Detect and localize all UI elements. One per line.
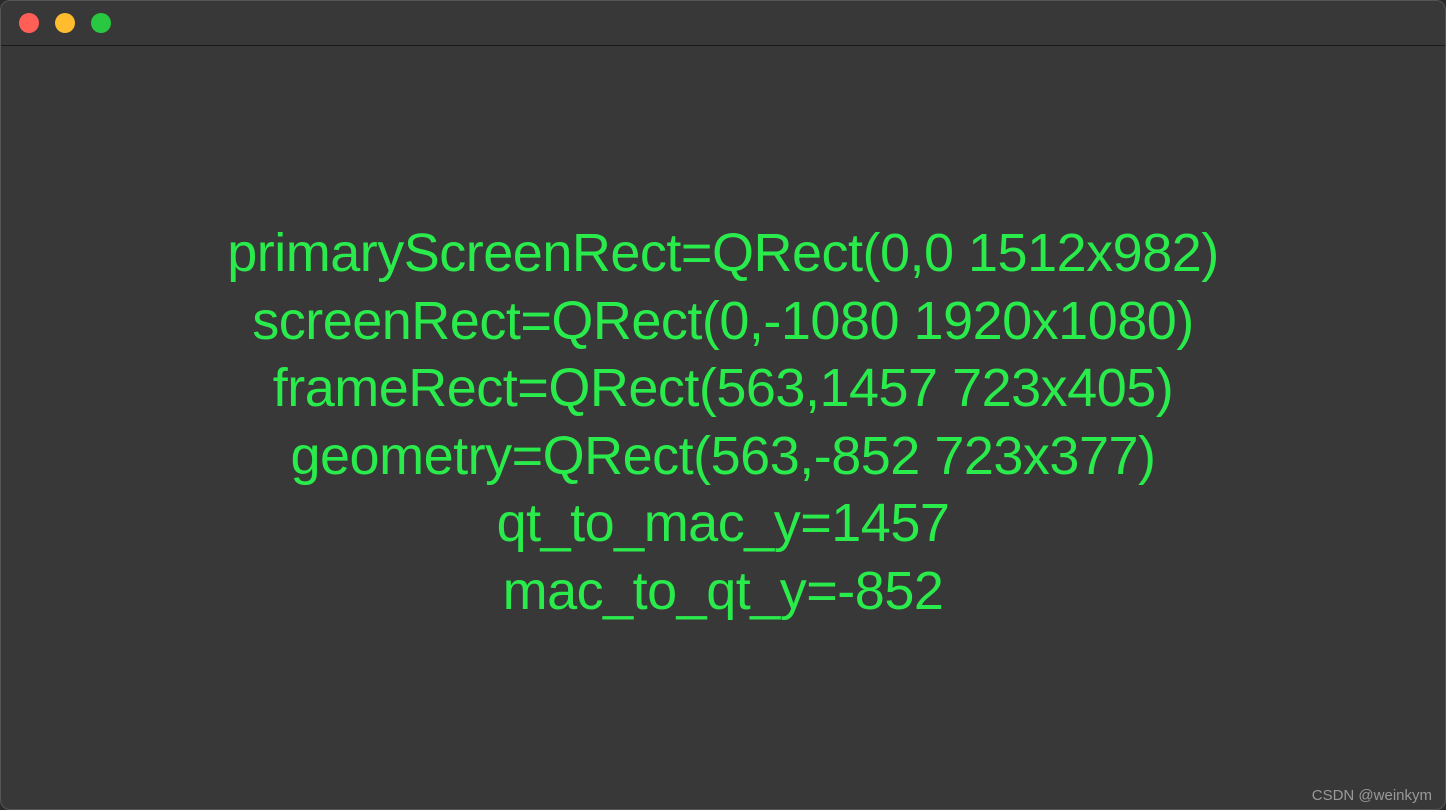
titlebar[interactable] xyxy=(1,1,1445,46)
close-icon[interactable] xyxy=(19,13,39,33)
frame-rect-line: frameRect=QRect(563,1457 723x405) xyxy=(273,355,1174,423)
content-area: primaryScreenRect=QRect(0,0 1512x982) sc… xyxy=(1,46,1445,809)
minimize-icon[interactable] xyxy=(55,13,75,33)
watermark: CSDN @weinkym xyxy=(1312,787,1432,804)
primary-screen-rect-line: primaryScreenRect=QRect(0,0 1512x982) xyxy=(227,220,1218,288)
qt-to-mac-y-line: qt_to_mac_y=1457 xyxy=(497,490,950,558)
geometry-line: geometry=QRect(563,-852 723x377) xyxy=(290,423,1155,491)
zoom-icon[interactable] xyxy=(91,13,111,33)
screen-rect-line: screenRect=QRect(0,-1080 1920x1080) xyxy=(252,288,1194,356)
app-window: primaryScreenRect=QRect(0,0 1512x982) sc… xyxy=(0,0,1446,810)
mac-to-qt-y-line: mac_to_qt_y=-852 xyxy=(503,558,944,626)
